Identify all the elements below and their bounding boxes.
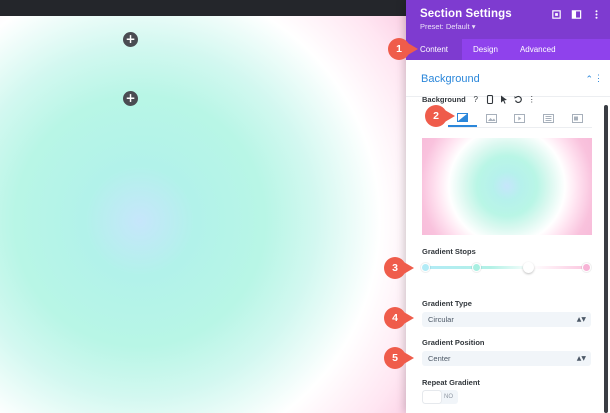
- select-arrows-icon: ▲▼: [576, 316, 586, 323]
- callout-number: 2: [433, 110, 439, 122]
- chevron-up-icon[interactable]: ⌃: [585, 74, 593, 85]
- image-tab[interactable]: [477, 110, 506, 127]
- background-label-row: Background ? ⋮: [422, 95, 536, 104]
- gradient-position-label: Gradient Position: [422, 338, 485, 347]
- more-options-icon[interactable]: [591, 9, 602, 20]
- panel-header: Section Settings Preset: Default ▾: [406, 0, 610, 39]
- kebab-menu-icon[interactable]: ⋮: [594, 73, 603, 84]
- panel-scrollbar[interactable]: [604, 105, 608, 413]
- callout-number: 5: [392, 352, 398, 364]
- select-arrows-icon: ▲▼: [576, 355, 586, 362]
- mobile-icon[interactable]: [486, 95, 494, 104]
- gradient-stop-3[interactable]: [523, 262, 534, 273]
- gradient-stop-4[interactable]: [582, 263, 591, 272]
- callout-number: 1: [396, 43, 402, 55]
- step-callout-3: 3: [380, 257, 418, 279]
- field-options-icon[interactable]: ⋮: [528, 95, 536, 104]
- expand-icon[interactable]: [551, 9, 562, 20]
- toggle-knob: [423, 391, 441, 403]
- help-icon[interactable]: ?: [472, 95, 480, 104]
- callout-number: 4: [392, 312, 398, 324]
- section-title: Background: [421, 73, 480, 85]
- background-field-label: Background: [422, 95, 466, 104]
- repeat-gradient-toggle[interactable]: NO: [422, 390, 458, 404]
- gradient-preview: [422, 138, 592, 235]
- video-tab[interactable]: [506, 110, 535, 127]
- mask-tab[interactable]: [563, 110, 592, 127]
- step-callout-1: 1: [384, 38, 422, 60]
- toggle-state: NO: [444, 394, 453, 400]
- preset-dropdown[interactable]: Preset: Default ▾: [420, 22, 610, 31]
- gradient-position-select[interactable]: Center ▲▼: [422, 351, 591, 366]
- pattern-tab[interactable]: [534, 110, 563, 127]
- background-type-tabs: [448, 110, 592, 128]
- gradient-type-select[interactable]: Circular ▲▼: [422, 312, 591, 327]
- video-icon: [514, 114, 526, 123]
- add-row-button[interactable]: +: [123, 32, 138, 47]
- gradient-stops-slider[interactable]: [426, 266, 587, 269]
- add-module-button[interactable]: +: [123, 91, 138, 106]
- sidebar-layout-icon[interactable]: [571, 9, 582, 20]
- callout-number: 3: [392, 262, 398, 274]
- cursor-icon[interactable]: [500, 95, 508, 104]
- settings-tabs: Content Design Advanced: [406, 39, 610, 60]
- gradient-position-value: Center: [428, 354, 451, 363]
- repeat-gradient-label: Repeat Gradient: [422, 378, 480, 387]
- gradient-type-label: Gradient Type: [422, 299, 472, 308]
- pattern-icon: [543, 114, 555, 123]
- gradient-stops-label: Gradient Stops: [422, 247, 476, 256]
- gradient-stop-1[interactable]: [421, 263, 430, 272]
- reset-icon[interactable]: [514, 95, 522, 104]
- plus-icon: +: [125, 91, 136, 105]
- gradient-stop-2[interactable]: [472, 263, 481, 272]
- image-icon: [485, 114, 497, 123]
- tab-advanced[interactable]: Advanced: [509, 39, 567, 60]
- mask-icon: [572, 114, 584, 123]
- step-callout-5: 5: [380, 347, 418, 369]
- gradient-type-value: Circular: [428, 315, 454, 324]
- background-toggle-header[interactable]: Background ⌃ ⋮: [406, 60, 610, 97]
- plus-icon: +: [125, 32, 136, 46]
- step-callout-2: 2: [421, 105, 459, 127]
- tab-design[interactable]: Design: [462, 39, 509, 60]
- step-callout-4: 4: [380, 307, 418, 329]
